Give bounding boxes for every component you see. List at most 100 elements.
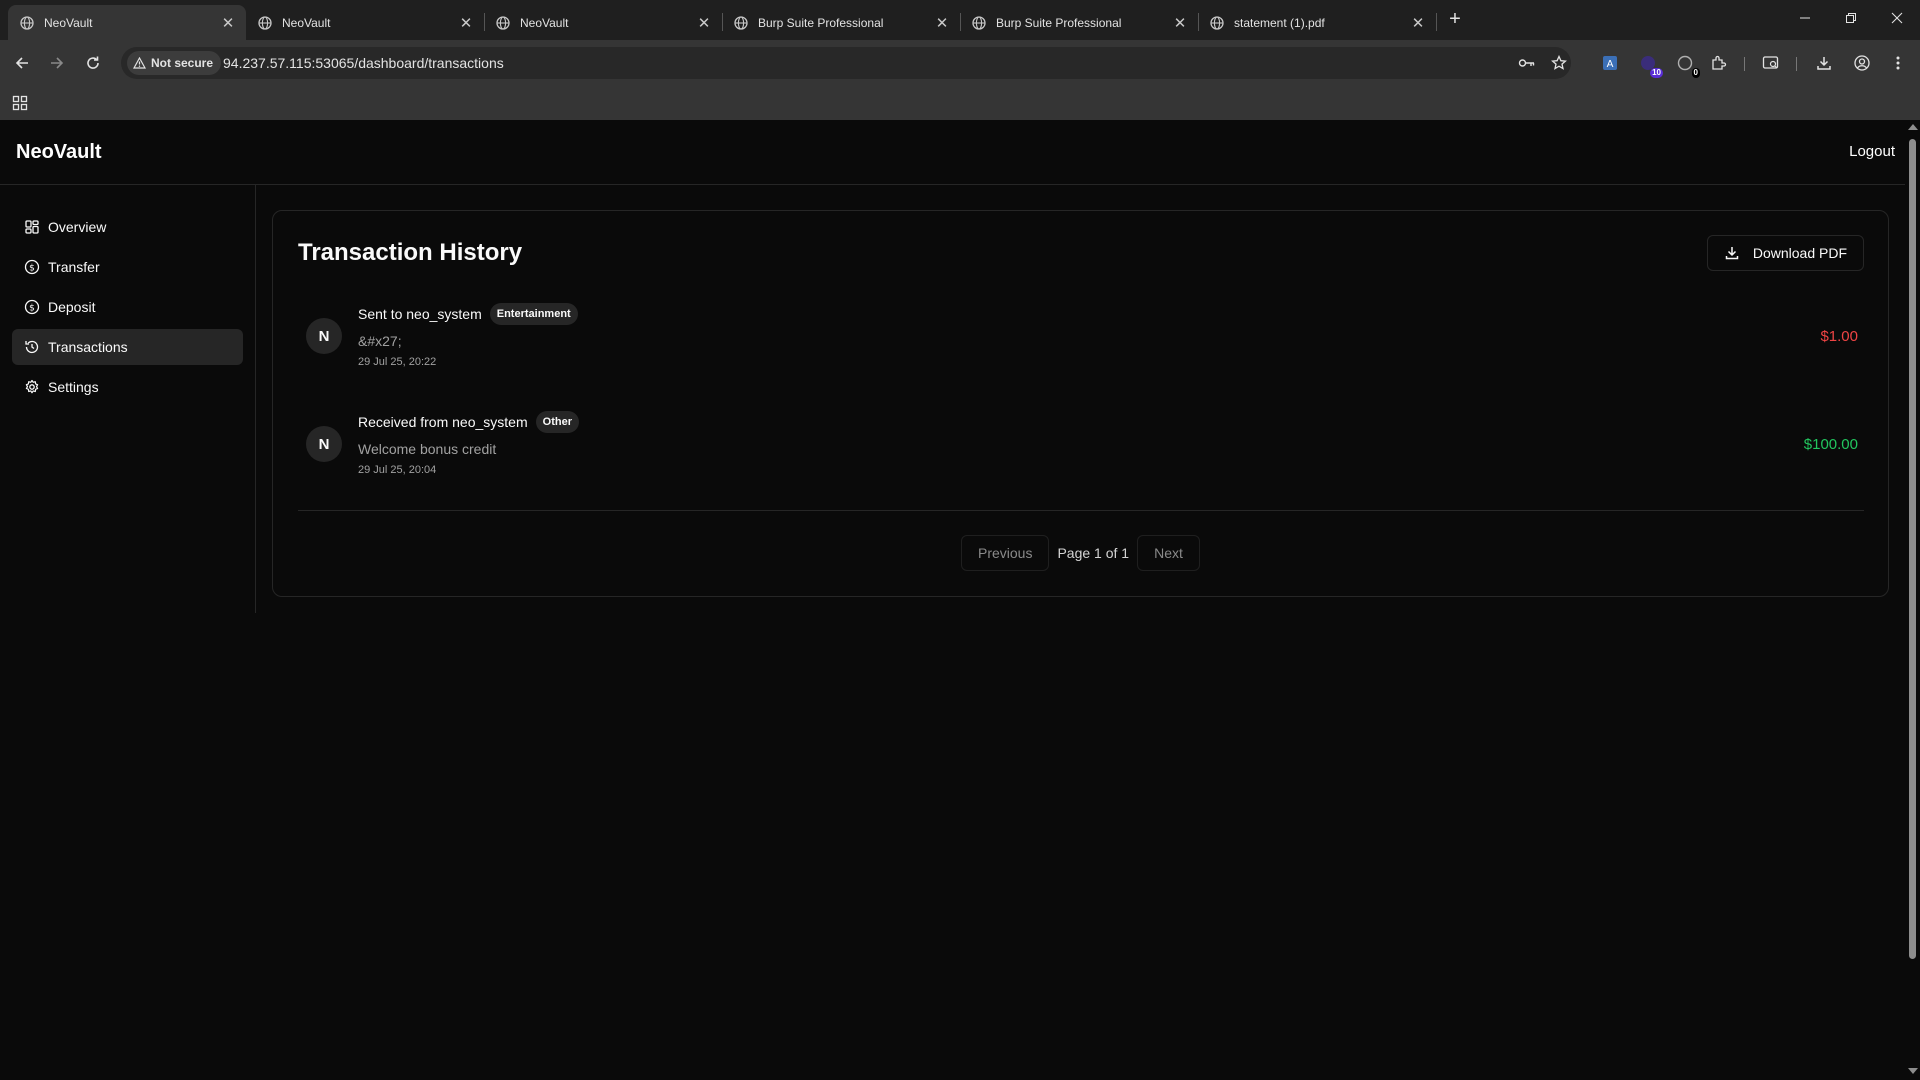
svg-text:$: $ xyxy=(29,304,35,314)
scroll-down-arrow-icon[interactable] xyxy=(1908,1068,1918,1074)
transaction-title: Received from neo_system xyxy=(358,414,528,430)
sidebar-item-overview[interactable]: Overview xyxy=(12,209,243,245)
minimize-icon xyxy=(1800,17,1810,19)
new-tab-button[interactable]: + xyxy=(1443,7,1467,31)
security-indicator[interactable]: Not secure xyxy=(127,51,222,75)
browser-tab[interactable]: statement (1).pdf ✕ xyxy=(1198,5,1436,40)
close-icon[interactable]: ✕ xyxy=(1410,14,1426,32)
dollar-circle-icon: $ xyxy=(24,259,40,275)
transaction-description: &#x27; xyxy=(358,333,402,349)
address-bar[interactable]: Not secure 94.237.57.115:53065/dashboard… xyxy=(121,47,1571,79)
extension-badge: 10 xyxy=(1650,68,1663,78)
restore-button[interactable] xyxy=(1828,8,1874,32)
apps-grid-icon[interactable] xyxy=(12,95,28,116)
page-title: Transaction History xyxy=(298,239,523,266)
warning-icon xyxy=(133,57,146,69)
browser-toolbar: Not secure 94.237.57.115:53065/dashboard… xyxy=(0,40,1920,87)
close-window-button[interactable] xyxy=(1874,8,1920,32)
layout-grid-icon xyxy=(25,220,39,234)
arrow-right-icon xyxy=(51,57,64,69)
sidebar: Overview $ Transfer $ Deposit Transactio… xyxy=(0,185,256,613)
close-icon[interactable]: ✕ xyxy=(458,14,474,32)
avatar: N xyxy=(306,318,342,354)
download-pdf-button[interactable]: Download PDF xyxy=(1706,235,1864,271)
scrollbar[interactable] xyxy=(1905,120,1920,1080)
toolbar-separator xyxy=(1796,57,1797,71)
tab-title: NeoVault xyxy=(282,15,331,30)
back-button[interactable] xyxy=(10,51,34,75)
globe-icon xyxy=(972,15,986,30)
arrow-left-icon xyxy=(15,57,28,69)
extension-icon[interactable]: 10 xyxy=(1636,51,1663,78)
extension-badge: 0 xyxy=(1691,68,1700,78)
sidebar-item-settings[interactable]: Settings xyxy=(12,369,243,405)
globe-icon xyxy=(734,15,748,30)
history-icon xyxy=(25,340,39,354)
scrollbar-thumb[interactable] xyxy=(1909,139,1916,959)
category-badge: Other xyxy=(535,411,579,433)
pagination: Previous Page 1 of 1 Next xyxy=(961,535,1200,571)
translate-extension-icon[interactable]: A xyxy=(1598,51,1622,75)
sidebar-item-label: Transfer xyxy=(48,259,100,275)
globe-icon xyxy=(20,15,34,30)
scroll-up-arrow-icon[interactable] xyxy=(1908,124,1918,130)
tab-title: NeoVault xyxy=(520,15,569,30)
close-icon[interactable]: ✕ xyxy=(696,14,712,32)
downloads-icon[interactable] xyxy=(1812,51,1836,75)
browser-tab[interactable]: NeoVault ✕ xyxy=(484,5,722,40)
globe-icon xyxy=(258,15,272,30)
transaction-description: Welcome bonus credit xyxy=(358,441,497,457)
close-icon[interactable]: ✕ xyxy=(934,14,950,32)
security-label: Not secure xyxy=(151,56,214,70)
svg-text:$: $ xyxy=(29,264,35,274)
forward-button[interactable] xyxy=(45,51,69,75)
sidebar-item-label: Settings xyxy=(48,379,99,395)
tab-search-icon[interactable] xyxy=(1759,51,1783,75)
bookmark-star-icon[interactable] xyxy=(1549,53,1569,73)
transaction-history-card: Transaction History Download PDF N Sent … xyxy=(272,210,1889,597)
transaction-amount: $100.00 xyxy=(1803,436,1858,453)
app-root: NeoVault Logout Overview $ Transfer $ De… xyxy=(0,120,1905,1080)
bookmarks-bar xyxy=(0,87,1920,120)
url-text: 94.237.57.115:53065/dashboard/transactio… xyxy=(223,55,504,71)
divider xyxy=(298,510,1864,511)
restore-icon xyxy=(1846,13,1856,23)
sidebar-item-label: Deposit xyxy=(48,299,96,315)
download-pdf-label: Download PDF xyxy=(1752,245,1847,261)
gear-icon xyxy=(25,379,39,394)
sidebar-item-label: Overview xyxy=(48,219,107,235)
browser-tab-strip: NeoVault ✕ NeoVault ✕ NeoVault ✕ Burp Su… xyxy=(0,0,1920,40)
sidebar-item-transactions[interactable]: Transactions xyxy=(12,329,243,365)
globe-icon xyxy=(1210,15,1224,30)
close-icon xyxy=(1891,12,1903,24)
browser-tab[interactable]: NeoVault ✕ xyxy=(246,5,484,40)
svg-text:A: A xyxy=(1607,59,1614,70)
brand-logo[interactable]: NeoVault xyxy=(16,141,102,164)
app-header: NeoVault Logout xyxy=(0,120,1905,185)
avatar: N xyxy=(306,426,342,462)
menu-kebab-icon[interactable] xyxy=(1886,51,1910,75)
reload-icon xyxy=(87,56,99,69)
password-key-icon[interactable] xyxy=(1517,53,1537,73)
browser-tab[interactable]: Burp Suite Professional ✕ xyxy=(722,5,960,40)
browser-tab[interactable]: Burp Suite Professional ✕ xyxy=(960,5,1198,40)
profile-icon[interactable] xyxy=(1850,51,1874,75)
extension-icon[interactable]: 0 xyxy=(1673,51,1700,78)
transaction-date: 29 Jul 25, 20:04 xyxy=(358,464,437,476)
next-page-button[interactable]: Next xyxy=(1137,535,1200,571)
sidebar-item-deposit[interactable]: $ Deposit xyxy=(12,289,243,325)
close-icon[interactable]: ✕ xyxy=(220,14,236,32)
extensions-puzzle-icon[interactable] xyxy=(1707,51,1731,75)
browser-tab[interactable]: NeoVault ✕ xyxy=(8,5,246,40)
minimize-button[interactable] xyxy=(1782,8,1828,32)
logout-button[interactable]: Logout xyxy=(1849,143,1895,160)
reload-button[interactable] xyxy=(81,51,105,75)
transaction-row: N Received from neo_system Other Welcome… xyxy=(306,411,1858,491)
transaction-amount: $1.00 xyxy=(1820,328,1858,345)
globe-icon xyxy=(496,15,510,30)
sidebar-item-transfer[interactable]: $ Transfer xyxy=(12,249,243,285)
close-icon[interactable]: ✕ xyxy=(1172,14,1188,32)
tab-title: Burp Suite Professional xyxy=(996,15,1122,30)
page-info: Page 1 of 1 xyxy=(1057,545,1130,561)
previous-page-button[interactable]: Previous xyxy=(961,535,1050,571)
